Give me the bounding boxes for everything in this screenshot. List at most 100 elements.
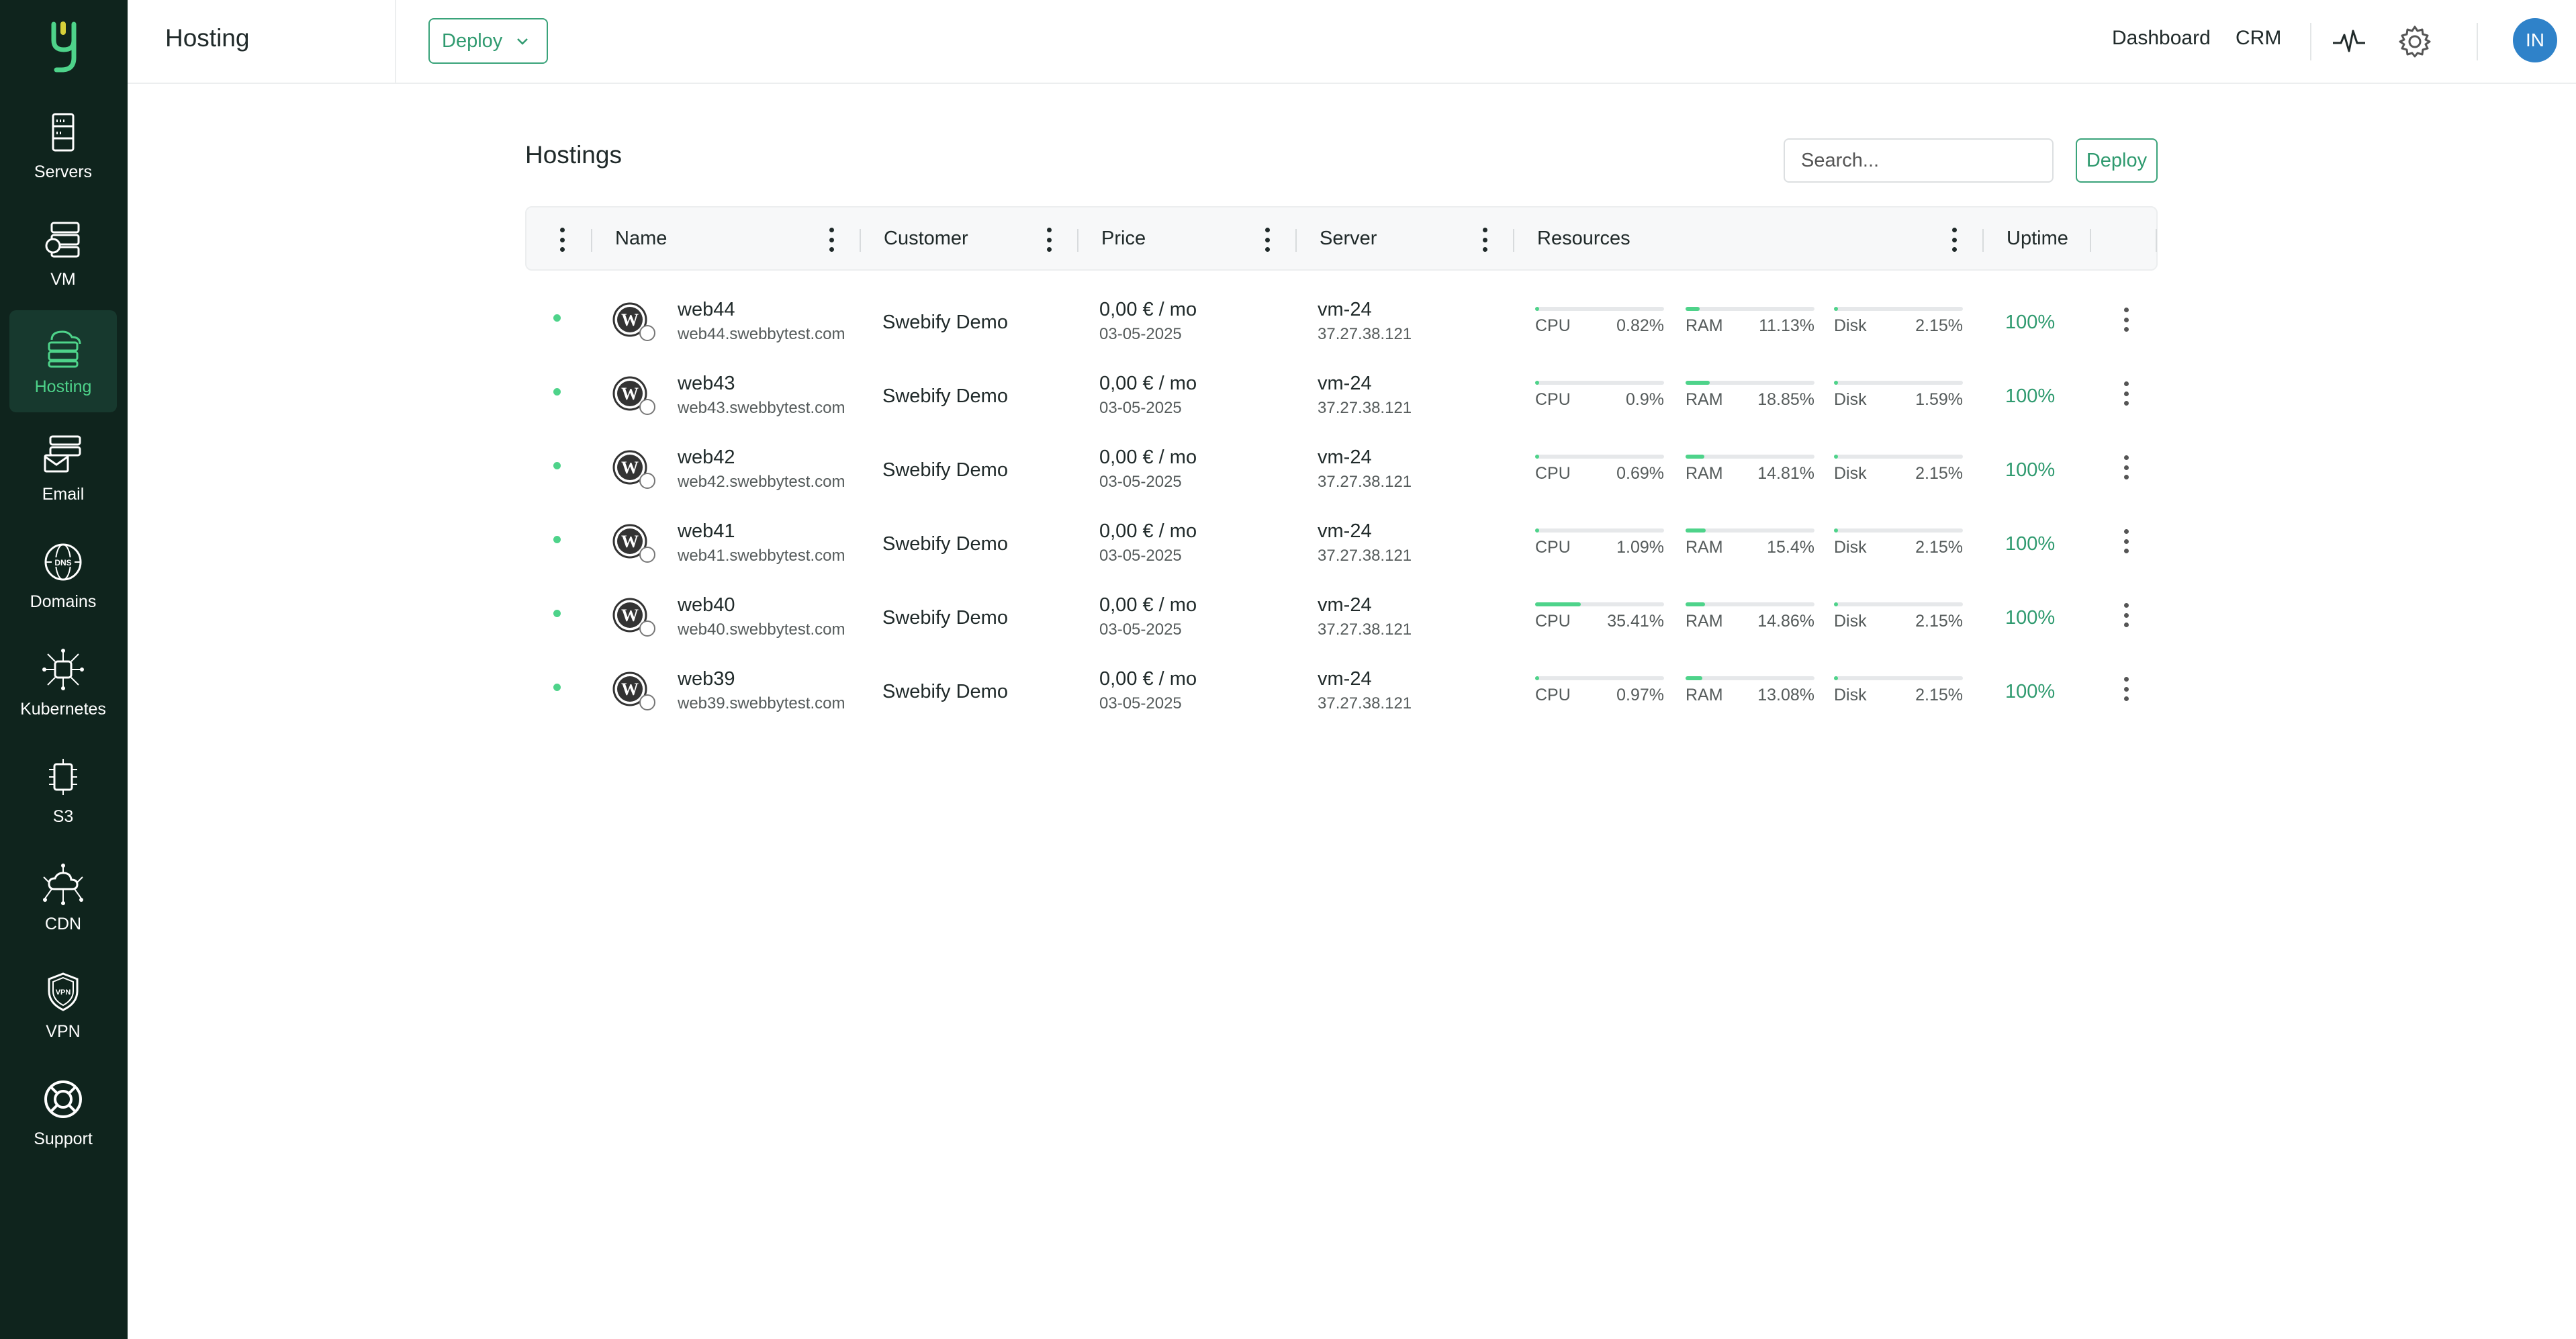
cpu-usage-track [1535,528,1664,533]
sidebar-item-support[interactable]: Support [9,1062,117,1164]
uptime-value: 100% [2005,385,2056,407]
sidebar-item-servers[interactable]: Servers [9,95,117,197]
server-name: vm-24 [1318,668,1372,690]
site-name[interactable]: web44 [678,299,735,321]
gear-icon[interactable] [2397,24,2432,59]
servers-icon [52,113,75,151]
disk-usage: Disk 2.15% [1834,676,1963,704]
vm-icon [45,222,80,257]
sidebar-item-label: Servers [34,162,93,181]
server-ip: 37.27.38.121 [1318,547,1412,565]
site-status-badge-icon [639,620,655,637]
ram-usage-fill [1686,381,1710,385]
price: 0,00 € / mo [1099,447,1197,468]
ram-usage-fill [1686,676,1702,680]
price: 0,00 € / mo [1099,520,1197,542]
customer-name: Swebify Demo [882,607,1008,629]
dashboard-link[interactable]: Dashboard [2112,27,2211,50]
site-name[interactable]: web41 [678,520,735,543]
site-name[interactable]: web43 [678,373,735,395]
column-resizer[interactable] [1982,229,1984,252]
ram-label: RAM [1686,390,1723,409]
column-resizer[interactable] [1513,229,1514,252]
column-menu-icon[interactable] [1950,228,1958,252]
table-row[interactable]: W web44 web44.swebbytest.com Swebify Dem… [525,282,2158,356]
cpu-label: CPU [1535,686,1571,704]
disk-value: 2.15% [1915,538,1963,557]
header-separator [2477,23,2478,60]
email-icon [44,435,81,472]
price-date: 03-05-2025 [1099,325,1182,343]
status-online-dot [553,462,561,469]
ram-label: RAM [1686,538,1723,557]
sidebar-item-hosting[interactable]: Hosting [9,310,117,412]
sidebar-item-vm[interactable]: VM [9,203,117,305]
ram-usage: RAM 18.85% [1686,381,1814,409]
s3-icon [49,758,77,795]
cpu-usage-fill [1535,307,1539,311]
search-input[interactable] [1784,138,2054,183]
avatar[interactable]: IN [2513,18,2557,62]
disk-label: Disk [1834,464,1867,483]
site-name[interactable]: web42 [678,447,735,469]
column-header-name[interactable]: Name [615,228,667,250]
ram-value: 13.08% [1757,686,1814,704]
disk-usage-fill [1834,307,1838,311]
column-menu-icon[interactable] [827,228,835,252]
table-row[interactable]: W web40 web40.swebbytest.com Swebify Dem… [525,578,2158,651]
column-resizer[interactable] [1295,229,1297,252]
cpu-usage-fill [1535,602,1581,606]
column-resizer[interactable] [2090,229,2091,252]
activity-pulse-icon[interactable] [2332,24,2366,59]
column-menu-icon[interactable] [1481,228,1489,252]
row-actions-menu-icon[interactable] [2122,455,2130,479]
cpu-usage-fill [1535,528,1539,533]
deploy-dropdown[interactable]: Deploy [428,18,548,64]
sidebar-item-label: Email [42,484,85,504]
sidebar-item-kubernetes[interactable]: Kubernetes [9,633,117,735]
sidebar-item-label: S3 [52,806,74,826]
table-row[interactable]: W web42 web42.swebbytest.com Swebify Dem… [525,430,2158,504]
column-resizer[interactable] [2156,229,2157,252]
site-name[interactable]: web39 [678,668,735,690]
column-resizer[interactable] [1077,229,1078,252]
logo[interactable] [0,13,128,81]
column-header-customer[interactable]: Customer [884,228,968,250]
column-resizer[interactable] [860,229,861,252]
table-row[interactable]: W web43 web43.swebbytest.com Swebify Dem… [525,356,2158,430]
disk-usage-track [1834,676,1963,680]
site-status-badge-icon [639,399,655,415]
ram-usage-track [1686,307,1814,311]
row-actions-menu-icon[interactable] [2122,677,2130,701]
deploy-button[interactable]: Deploy [2076,138,2158,183]
column-resizer[interactable] [591,229,592,252]
row-actions-menu-icon[interactable] [2122,529,2130,553]
column-menu-icon[interactable] [558,228,566,252]
column-header-uptime[interactable]: Uptime [2007,228,2068,250]
disk-usage: Disk 2.15% [1834,455,1963,483]
row-actions-menu-icon[interactable] [2122,603,2130,627]
sidebar-item-cdn[interactable]: CDN [9,847,117,950]
server-ip: 37.27.38.121 [1318,620,1412,639]
sidebar-item-email[interactable]: Email [9,418,117,520]
ram-value: 14.86% [1757,612,1814,631]
disk-usage-track [1834,307,1963,311]
row-actions-menu-icon[interactable] [2122,381,2130,406]
table-row[interactable]: W web41 web41.swebbytest.com Swebify Dem… [525,504,2158,578]
sidebar: Servers VM Hosting Email DNS Domains Kub… [0,0,128,1339]
column-header-server[interactable]: Server [1320,228,1377,250]
dns-globe-icon: DNS [44,543,82,580]
cpu-usage: CPU 35.41% [1535,602,1664,631]
crm-link[interactable]: CRM [2236,27,2281,50]
column-header-price[interactable]: Price [1101,228,1146,250]
column-menu-icon[interactable] [1263,228,1271,252]
column-header-resources[interactable]: Resources [1537,228,1630,250]
sidebar-item-s3[interactable]: S3 [9,740,117,842]
site-name[interactable]: web40 [678,594,735,616]
sidebar-item-vpn[interactable]: VPN VPN [9,955,117,1057]
table-row[interactable]: W web39 web39.swebbytest.com Swebify Dem… [525,651,2158,725]
table-header: Name Customer Price Server Resources Upt… [525,206,2158,271]
sidebar-item-domains[interactable]: DNS Domains [9,525,117,627]
column-menu-icon[interactable] [1045,228,1053,252]
row-actions-menu-icon[interactable] [2122,308,2130,332]
